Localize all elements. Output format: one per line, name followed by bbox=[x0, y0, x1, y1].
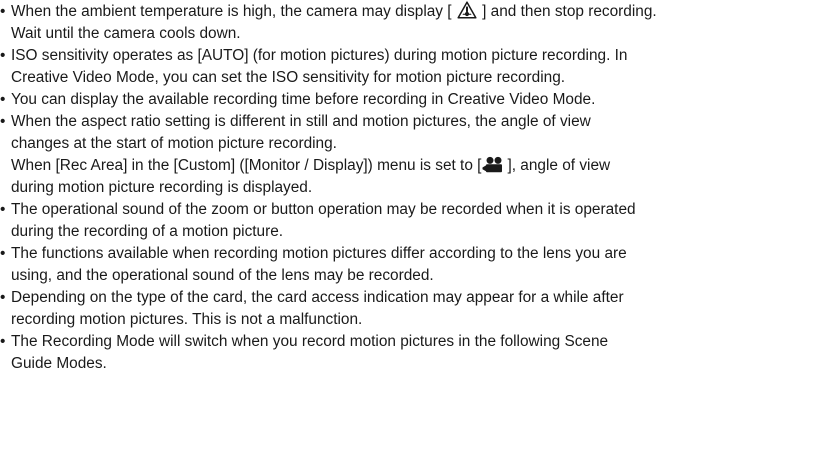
note-text: ] and then stop recording. bbox=[477, 3, 657, 20]
bullet-glyph: • bbox=[0, 289, 6, 306]
note-line: using, and the operational sound of the … bbox=[11, 265, 836, 287]
note-line: The functions available when recording m… bbox=[11, 243, 836, 265]
note-item: • The Recording Mode will switch when you… bbox=[0, 331, 836, 375]
note-text: using, and the operational sound of the … bbox=[11, 267, 434, 284]
bullet-glyph: • bbox=[0, 201, 6, 218]
note-line: during motion picture recording is displ… bbox=[11, 177, 836, 199]
note-text: You can display the available recording … bbox=[11, 91, 596, 108]
bullet-glyph: • bbox=[0, 245, 6, 262]
bullet-glyph: • bbox=[0, 333, 6, 350]
note-text: The operational sound of the zoom or but… bbox=[11, 201, 636, 218]
note-line: Creative Video Mode, you can set the ISO… bbox=[11, 67, 836, 89]
note-item: • The operational sound of the zoom or bu… bbox=[0, 199, 836, 243]
note-item: • ISO sensitivity operates as [AUTO] (for… bbox=[0, 45, 836, 89]
bullet-glyph: • bbox=[0, 113, 6, 130]
note-line: changes at the start of motion picture r… bbox=[11, 133, 836, 155]
note-line: The operational sound of the zoom or but… bbox=[11, 199, 836, 221]
bullet-glyph: • bbox=[0, 47, 6, 64]
note-line: Depending on the type of the card, the c… bbox=[11, 287, 836, 309]
note-line: ISO sensitivity operates as [AUTO] (for … bbox=[11, 45, 836, 67]
note-text: Guide Modes. bbox=[11, 355, 107, 372]
notes-list: • When the ambient temperature is high, t… bbox=[0, 1, 836, 375]
note-line: When [Rec Area] in the [Custom] ([Monito… bbox=[11, 155, 836, 177]
note-text: Wait until the camera cools down. bbox=[11, 25, 241, 42]
note-text: during motion picture recording is displ… bbox=[11, 179, 313, 196]
note-line: during the recording of a motion picture… bbox=[11, 221, 836, 243]
note-text: during the recording of a motion picture… bbox=[11, 223, 284, 240]
note-item: • Depending on the type of the card, the … bbox=[0, 287, 836, 331]
note-line: Wait until the camera cools down. bbox=[11, 23, 836, 45]
note-text: The functions available when recording m… bbox=[11, 245, 627, 262]
note-text: When the ambient temperature is high, th… bbox=[11, 3, 456, 20]
note-item: • When the aspect ratio setting is differ… bbox=[0, 111, 836, 199]
note-line: When the ambient temperature is high, th… bbox=[11, 1, 836, 23]
temperature-warning-icon bbox=[457, 1, 477, 19]
note-text: changes at the start of motion picture r… bbox=[11, 135, 337, 152]
note-text: recording motion pictures. This is not a… bbox=[11, 311, 363, 328]
note-item: • When the ambient temperature is high, t… bbox=[0, 1, 836, 45]
note-text: The Recording Mode will switch when you … bbox=[11, 333, 609, 350]
note-text: When the aspect ratio setting is differe… bbox=[11, 113, 591, 130]
note-line: When the aspect ratio setting is differe… bbox=[11, 111, 836, 133]
note-item: • You can display the available recording… bbox=[0, 89, 836, 111]
motion-picture-icon bbox=[482, 156, 506, 173]
note-text: When [Rec Area] in the [Custom] ([Monito… bbox=[11, 157, 482, 174]
note-text: ISO sensitivity operates as [AUTO] (for … bbox=[11, 47, 628, 64]
note-line: Guide Modes. bbox=[11, 353, 836, 375]
note-line: You can display the available recording … bbox=[11, 89, 836, 111]
note-text: Creative Video Mode, you can set the ISO… bbox=[11, 69, 566, 86]
note-line: The Recording Mode will switch when you … bbox=[11, 331, 836, 353]
bullet-glyph: • bbox=[0, 3, 6, 20]
note-line: recording motion pictures. This is not a… bbox=[11, 309, 836, 331]
bullet-glyph: • bbox=[0, 91, 6, 108]
note-text: ], angle of view bbox=[507, 157, 611, 174]
note-item: • The functions available when recording … bbox=[0, 243, 836, 287]
note-text: Depending on the type of the card, the c… bbox=[11, 289, 624, 306]
